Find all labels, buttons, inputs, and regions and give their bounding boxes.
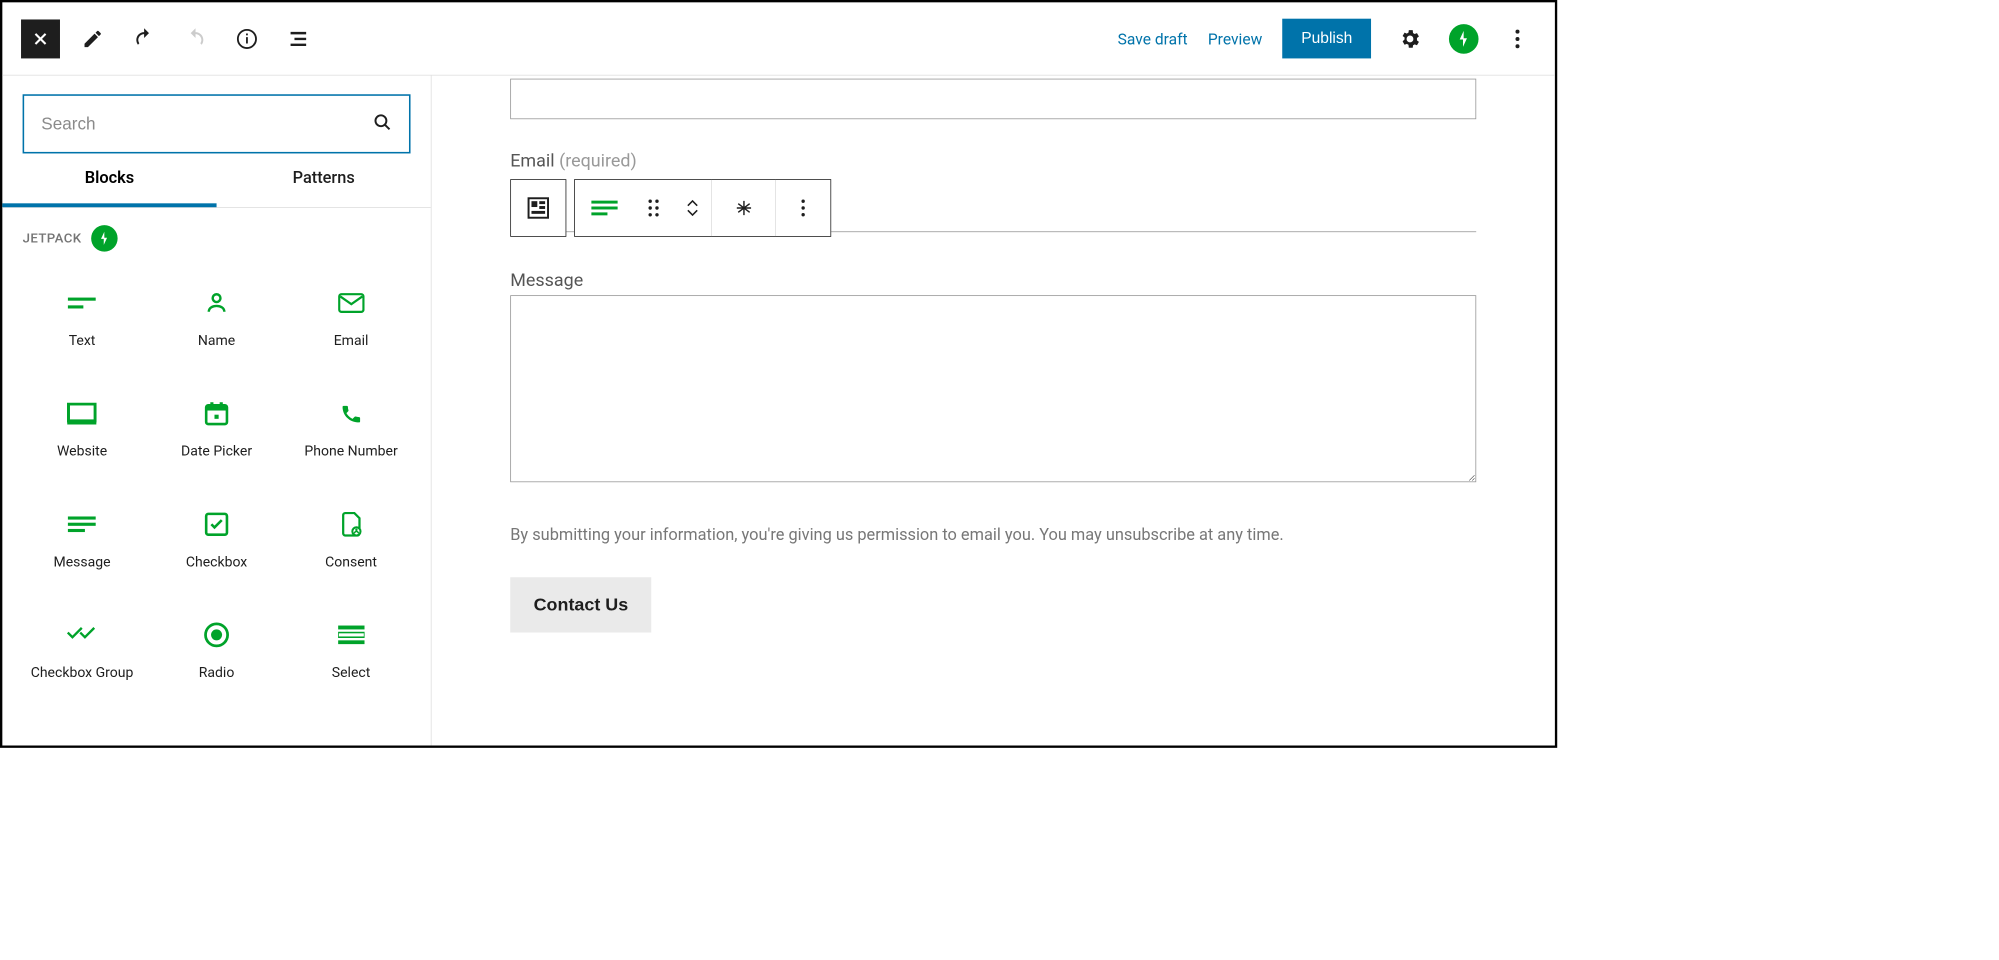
topbar-left — [21, 19, 317, 58]
section-label: JETPACK — [23, 231, 82, 247]
block-grid: Text Name Email Website Date Picker Phon… — [2, 256, 430, 720]
email-block-selected[interactable] — [510, 174, 1476, 232]
redo-icon[interactable] — [177, 20, 214, 57]
jetpack-icon[interactable] — [1449, 24, 1479, 54]
inserter-tabs: Blocks Patterns — [2, 169, 430, 208]
block-text[interactable]: Text — [15, 267, 149, 378]
edit-icon[interactable] — [74, 20, 111, 57]
chevron-up-icon[interactable] — [685, 199, 699, 207]
chevron-down-icon[interactable] — [685, 209, 699, 217]
more-options-icon[interactable] — [776, 180, 831, 236]
undo-icon[interactable] — [125, 20, 162, 57]
block-checkbox-group[interactable]: Checkbox Group — [15, 599, 149, 710]
outline-icon[interactable] — [280, 20, 317, 57]
block-radio[interactable]: Radio — [149, 599, 284, 710]
text-icon — [68, 287, 96, 318]
parent-block-button[interactable] — [510, 179, 566, 237]
phone-icon — [339, 398, 362, 429]
email-field-label: Email (required) — [510, 150, 1476, 171]
save-draft-button[interactable]: Save draft — [1118, 29, 1188, 48]
move-buttons[interactable] — [673, 180, 712, 236]
block-name[interactable]: Name — [149, 267, 284, 378]
block-email[interactable]: Email — [284, 267, 419, 378]
settings-icon[interactable] — [1391, 20, 1428, 57]
block-toolbar-group — [574, 179, 831, 237]
preview-button[interactable]: Preview — [1208, 29, 1262, 48]
inserter-sidebar: Blocks Patterns JETPACK Text Name Email — [2, 76, 431, 746]
block-consent[interactable]: Consent — [284, 488, 419, 599]
message-textarea[interactable] — [510, 295, 1476, 482]
block-toolbar — [510, 179, 831, 237]
jetpack-icon — [91, 225, 117, 251]
consent-text: By submitting your information, you're g… — [510, 526, 1476, 545]
more-icon[interactable] — [1499, 20, 1536, 57]
info-icon[interactable] — [228, 20, 265, 57]
block-message[interactable]: Message — [15, 488, 149, 599]
section-jetpack: JETPACK — [2, 208, 430, 256]
search-box — [23, 94, 411, 153]
name-input-field[interactable] — [510, 79, 1476, 120]
block-type-icon[interactable] — [575, 180, 634, 236]
message-icon — [68, 509, 96, 540]
message-field-label: Message — [510, 270, 1476, 291]
submit-button[interactable]: Contact Us — [510, 577, 651, 632]
editor-topbar: Save draft Preview Publish — [2, 2, 1555, 75]
radio-icon — [203, 619, 229, 650]
email-icon — [338, 287, 364, 318]
topbar-right: Save draft Preview Publish — [1118, 19, 1537, 59]
required-toggle-icon[interactable] — [712, 180, 776, 236]
drag-handle-icon[interactable] — [634, 180, 673, 236]
name-icon — [205, 287, 228, 318]
block-select[interactable]: Select — [284, 599, 419, 710]
close-button[interactable] — [21, 19, 60, 58]
tab-blocks[interactable]: Blocks — [2, 169, 216, 207]
editor-canvas: Email (required) — [432, 76, 1555, 746]
checkbox-icon — [204, 509, 229, 540]
block-checkbox[interactable]: Checkbox — [149, 488, 284, 599]
publish-button[interactable]: Publish — [1283, 19, 1372, 59]
search-icon — [373, 113, 392, 135]
tab-patterns[interactable]: Patterns — [217, 169, 431, 207]
select-icon — [338, 619, 364, 650]
block-datepicker[interactable]: Date Picker — [149, 378, 284, 489]
consent-icon — [339, 509, 364, 540]
website-icon — [67, 398, 97, 429]
block-phone[interactable]: Phone Number — [284, 378, 419, 489]
checkbox-group-icon — [66, 619, 97, 650]
calendar-icon — [204, 398, 229, 429]
block-website[interactable]: Website — [15, 378, 149, 489]
search-input[interactable] — [41, 114, 373, 134]
